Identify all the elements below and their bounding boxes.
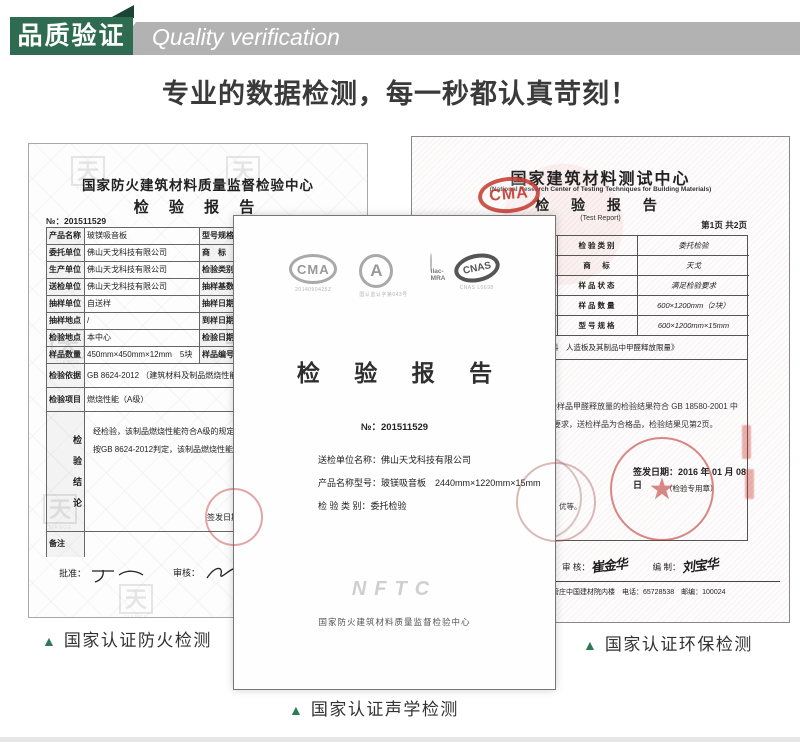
section-headline: 专业的数据检测，每一秒都认真苛刻！	[0, 72, 800, 111]
env-cert-signatures: 审 核： 崔金华 编 制： 刘宝华	[562, 555, 782, 574]
acoustic-certificate-image: CMA 2014090425Z A 国认监认字第043号 ilac-MRA CN…	[233, 215, 556, 690]
review-label: 审 核：	[562, 562, 590, 572]
approve-label: 批准：	[59, 568, 86, 578]
fire-cert-report-no: №：201511529	[46, 215, 106, 227]
env-footer-contact: 管庄中国建材院内楼 电话：65728538 邮编：100024	[552, 587, 726, 597]
accreditation-logos: CMA 2014090425Z A 国认监认字第043号 ilac-MRA CN…	[234, 254, 555, 298]
red-stamp-icon	[205, 488, 263, 546]
client-line: 送检单位名称：佛山天戈科技有限公司	[318, 453, 471, 466]
watermark-icon: 天TIANGE	[117, 584, 155, 618]
fire-cert-org-name: 国家防火建筑材料质量监督检验中心	[29, 174, 367, 194]
ilac-mra-logo-icon: ilac-MRA	[430, 254, 432, 272]
nftc-watermark: NFTC	[234, 578, 555, 601]
product-line: 产品名称型号：玻镁吸音板 2440mm×1220mm×15mm	[318, 476, 541, 489]
env-report-title: 检 验 报 告	[412, 195, 789, 215]
signature-icon	[89, 565, 145, 583]
caption-fire-test: ▲国家认证防火检测	[42, 626, 212, 651]
review-label: 审核：	[173, 568, 200, 578]
env-org-name-en: (National Research Center of Testing Tec…	[412, 186, 789, 193]
section-subtitle-banner: Quality verification	[112, 22, 800, 55]
conclusion-line: 送检样品甲醛释放量的检验结果符合 GB 18580-2001 中	[541, 401, 738, 412]
conclusion-line: 要求，送检样品为合格品，检验结果见第2页。	[553, 419, 717, 430]
official-seal-stamp: ★	[610, 437, 714, 541]
section-title-badge: 品质验证	[10, 17, 133, 55]
caption-env-test: ▲国家认证环保检测	[583, 630, 753, 655]
cal-logo-icon: A 国认监认字第043号	[359, 254, 407, 298]
cma-logo-icon: CMA 2014090425Z	[289, 254, 337, 293]
quality-verification-section: 品质验证 Quality verification 专业的数据检测，每一秒都认真…	[0, 0, 800, 742]
red-seal-mark	[745, 469, 754, 499]
caption-acoustic-test: ▲国家认证声学检测	[289, 695, 459, 720]
fire-cert-report-title: 检 验 报 告	[29, 196, 367, 217]
acoustic-report-title: 检 验 报 告	[234, 354, 555, 388]
signature-reviewer: 崔金华	[592, 553, 629, 577]
cnas-logo-icon: CNAS CNAS L0698	[454, 254, 500, 291]
triangle-icon: ▲	[289, 702, 303, 718]
acoustic-report-no: №：201511529	[234, 419, 555, 433]
red-seal-mark	[742, 425, 751, 459]
section-subtitle-text: Quality verification	[112, 22, 800, 53]
category-line: 检 验 类 别：委托检验	[318, 499, 407, 512]
compile-label: 编 制：	[653, 562, 681, 572]
conclusion-label: 检验结论	[47, 412, 85, 532]
triangle-icon: ▲	[42, 633, 56, 649]
acoustic-org-name: 国家防火建筑材料质量监督检验中心	[234, 616, 555, 628]
red-stamp-icon	[516, 462, 596, 542]
section-bottom-divider	[0, 737, 800, 742]
signature-compiler: 刘宝华	[682, 553, 719, 577]
page-info: 第1页 共2页	[701, 219, 747, 231]
triangle-icon: ▲	[583, 637, 597, 653]
